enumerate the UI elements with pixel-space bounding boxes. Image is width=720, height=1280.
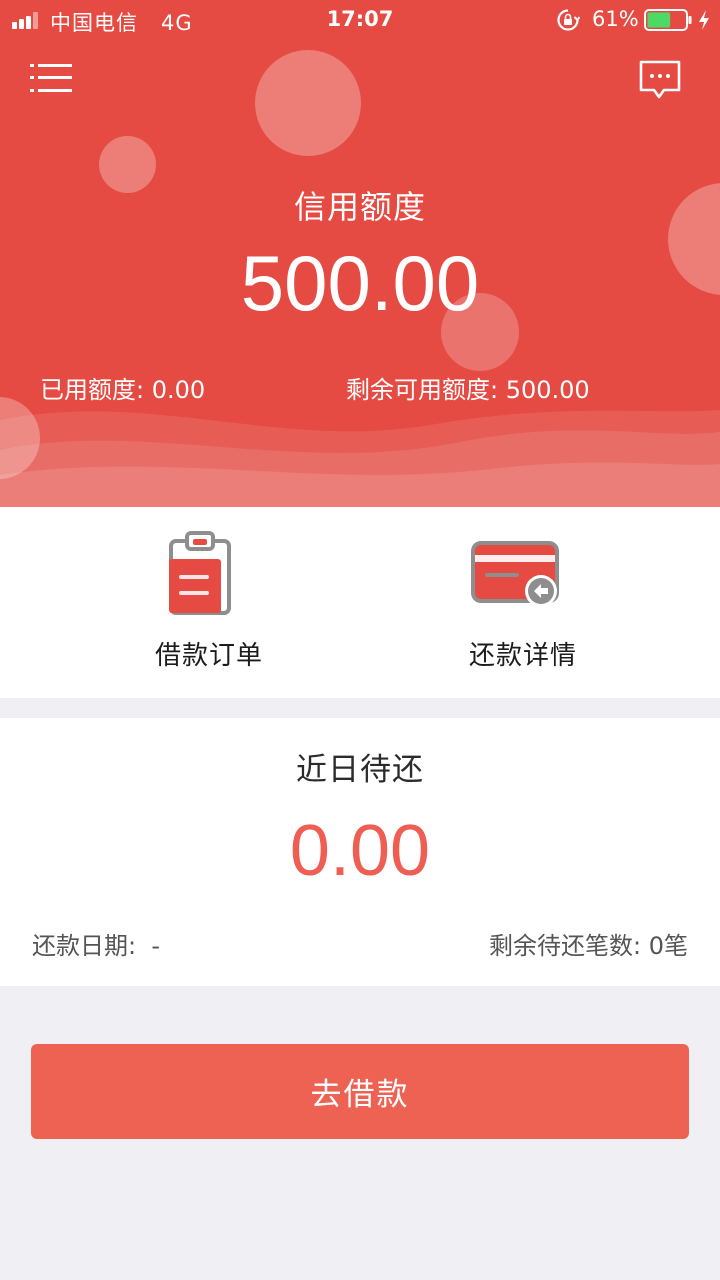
- charging-icon: [699, 10, 709, 30]
- loan-orders-label: 借款订单: [154, 641, 263, 671]
- upcoming-due-card: 近日待还 0.00 还款日期: - 剩余待还笔数: 0笔: [0, 718, 720, 986]
- decor-bubble: [255, 50, 361, 156]
- repayment-details-button[interactable]: 还款详情: [343, 507, 703, 698]
- upcoming-due-amount: 0.00: [289, 811, 431, 891]
- credit-limit-amount: 500.00: [240, 239, 480, 327]
- remaining-count: 剩余待还笔数: 0笔: [489, 932, 688, 960]
- battery-percent: 61%: [592, 7, 639, 31]
- card-repay-icon: [471, 541, 559, 607]
- repayment-details-label: 还款详情: [468, 641, 577, 671]
- status-bar: 中国电信 4G 17:07 61%: [0, 0, 720, 40]
- upcoming-due-title: 近日待还: [296, 752, 424, 788]
- credit-limit-label: 信用额度: [293, 188, 426, 226]
- battery-icon: [644, 9, 692, 31]
- menu-list-icon[interactable]: [30, 62, 72, 94]
- rotation-lock-icon: [557, 9, 580, 31]
- loan-orders-button[interactable]: 借款订单: [29, 507, 389, 698]
- quick-actions: 借款订单 还款详情: [0, 507, 720, 698]
- borrow-button[interactable]: 去借款: [31, 1044, 689, 1139]
- repayment-date: 还款日期: -: [32, 932, 161, 960]
- credit-header: 中国电信 4G 17:07 61% 信用额度 500.00 已用额度: 0.00…: [0, 0, 720, 507]
- clipboard-order-icon: [169, 531, 231, 615]
- used-credit: 已用额度: 0.00: [40, 376, 206, 404]
- chat-bubble-icon[interactable]: [639, 60, 681, 100]
- remaining-credit: 剩余可用额度: 500.00: [346, 376, 590, 404]
